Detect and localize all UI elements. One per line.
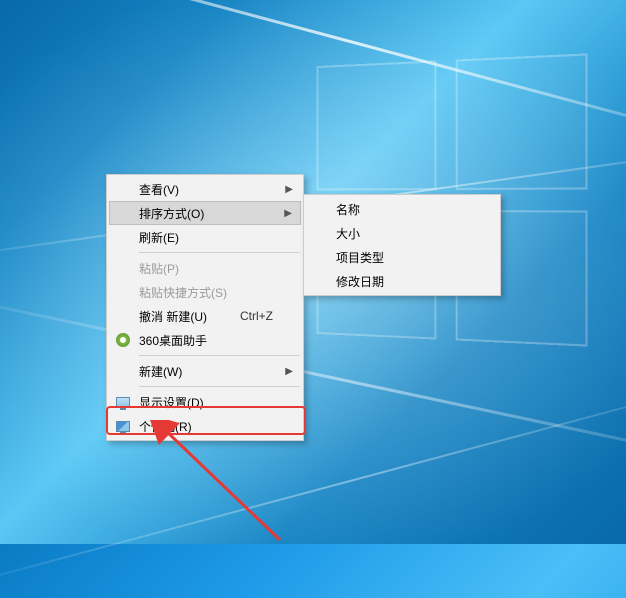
chevron-right-icon: ▶ [285,366,293,377]
chevron-right-icon: ▶ [285,184,293,195]
chevron-right-icon: ▶ [284,208,292,219]
menu-item-paste: 粘贴(P) [109,256,301,280]
menu-item-sort[interactable]: 排序方式(O) ▶ [109,201,301,225]
menu-label: 名称 [336,201,360,218]
menu-item-display-settings[interactable]: 显示设置(D) [109,390,301,414]
menu-label: 粘贴快捷方式(S) [139,284,227,301]
submenu-item-name[interactable]: 名称 [306,197,498,221]
menu-item-personalize[interactable]: 个性化(R) [109,414,301,438]
menu-label: 排序方式(O) [139,205,204,222]
menu-separator [139,386,300,387]
menu-label: 粘贴(P) [139,260,179,277]
personalize-icon [115,418,131,434]
menu-item-paste-shortcut: 粘贴快捷方式(S) [109,280,301,304]
menu-label: 项目类型 [336,249,384,266]
submenu-item-size[interactable]: 大小 [306,221,498,245]
360-icon [115,332,131,348]
menu-label: 撤消 新建(U) [139,308,207,325]
submenu-item-type[interactable]: 项目类型 [306,245,498,269]
menu-shortcut: Ctrl+Z [240,309,273,323]
menu-item-new[interactable]: 新建(W) ▶ [109,359,301,383]
menu-separator [139,355,300,356]
menu-label: 显示设置(D) [139,394,204,411]
sort-submenu: 名称 大小 项目类型 修改日期 [303,194,501,296]
monitor-icon [115,394,131,410]
menu-label: 新建(W) [139,363,182,380]
desktop-context-menu: 查看(V) ▶ 排序方式(O) ▶ 刷新(E) 粘贴(P) 粘贴快捷方式(S) … [106,174,304,441]
menu-item-undo-new[interactable]: 撤消 新建(U) Ctrl+Z [109,304,301,328]
menu-separator [139,252,300,253]
menu-label: 修改日期 [336,273,384,290]
menu-label: 查看(V) [139,181,179,198]
menu-label: 360桌面助手 [139,332,207,349]
menu-item-view[interactable]: 查看(V) ▶ [109,177,301,201]
menu-item-360-helper[interactable]: 360桌面助手 [109,328,301,352]
menu-item-refresh[interactable]: 刷新(E) [109,225,301,249]
menu-label: 刷新(E) [139,229,179,246]
submenu-item-date[interactable]: 修改日期 [306,269,498,293]
menu-label: 大小 [336,225,360,242]
menu-label: 个性化(R) [139,418,192,435]
